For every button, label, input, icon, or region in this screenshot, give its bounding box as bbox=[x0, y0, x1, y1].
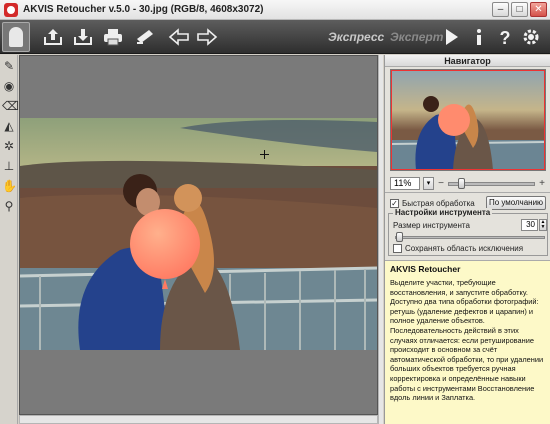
quick-processing-label: Быстрая обработка bbox=[402, 198, 475, 208]
image-canvas[interactable] bbox=[19, 55, 378, 415]
svg-text:?: ? bbox=[500, 28, 511, 47]
help-icon[interactable]: ? bbox=[494, 27, 516, 48]
close-button[interactable]: ✕ bbox=[530, 2, 547, 17]
clone-icon[interactable]: ◭ bbox=[2, 119, 16, 133]
zoom-out-button[interactable]: − bbox=[437, 178, 445, 189]
window-title: AKVIS Retoucher v.5.0 - 30.jpg (RGB/8, 4… bbox=[23, 4, 264, 15]
zoom-slider-thumb[interactable] bbox=[458, 177, 465, 189]
pencil-icon[interactable]: ✎ bbox=[2, 59, 16, 73]
help-text: Выделите участки, требующие восстановлен… bbox=[390, 278, 544, 403]
tool-settings-group: Настройки инструмента Размер инструмента… bbox=[388, 208, 548, 256]
retoucher-logo-icon bbox=[2, 22, 30, 52]
panel-divider bbox=[385, 192, 550, 193]
zoom-icon[interactable]: ⚲ bbox=[2, 199, 16, 213]
window-controls: – □ ✕ bbox=[492, 2, 547, 17]
exclusion-icon[interactable]: ◉ bbox=[2, 79, 16, 93]
save-icon[interactable] bbox=[72, 27, 94, 47]
main-toolbar: Экспресс Эксперт ? bbox=[0, 20, 550, 54]
minimize-button[interactable]: – bbox=[492, 2, 509, 17]
horizontal-scrollbar[interactable] bbox=[19, 415, 378, 424]
keep-exclusion-row: Сохранять область исключения bbox=[393, 244, 523, 253]
vertical-scrollbar[interactable] bbox=[378, 55, 383, 424]
eraser-icon[interactable]: ⌫ bbox=[2, 99, 19, 113]
info-icon[interactable] bbox=[468, 27, 490, 47]
right-panel: Навигатор 11% ▾ − + ✓ Быстрая обработка … bbox=[384, 55, 550, 424]
hand-icon[interactable]: ✋ bbox=[2, 179, 17, 193]
navigator-thumbnail[interactable] bbox=[390, 69, 546, 171]
tool-size-slider[interactable] bbox=[395, 232, 545, 242]
zoom-input[interactable]: 11% bbox=[390, 176, 420, 190]
keep-exclusion-checkbox[interactable] bbox=[393, 244, 402, 253]
help-panel: AKVIS Retoucher Выделите участки, требую… bbox=[385, 260, 550, 424]
print-icon[interactable] bbox=[102, 27, 124, 47]
tool-strip: ✎ ◉ ⌫ ◭ ✲ ⊥ ✋ ⚲ bbox=[0, 55, 19, 424]
tool-size-spinner[interactable]: ▲ ▼ bbox=[539, 219, 547, 231]
maximize-button[interactable]: □ bbox=[511, 2, 528, 17]
stamp-icon[interactable]: ⊥ bbox=[2, 159, 16, 173]
title-bar: AKVIS Retoucher v.5.0 - 30.jpg (RGB/8, 4… bbox=[0, 0, 550, 20]
app-window: AKVIS Retoucher v.5.0 - 30.jpg (RGB/8, 4… bbox=[0, 0, 550, 424]
photo-image bbox=[20, 118, 377, 350]
tool-size-input[interactable]: 30 bbox=[521, 219, 538, 231]
share-icon[interactable] bbox=[134, 27, 156, 47]
crosshair-icon bbox=[260, 150, 269, 159]
tool-size-label: Размер инструмента bbox=[393, 221, 470, 230]
help-title: AKVIS Retoucher bbox=[390, 264, 461, 274]
default-button[interactable]: По умолчанию bbox=[486, 196, 546, 210]
expert-mode-tab[interactable]: Эксперт bbox=[390, 30, 443, 44]
express-mode-tab[interactable]: Экспресс bbox=[328, 30, 384, 44]
navigator-header: Навигатор bbox=[385, 55, 550, 67]
tool-settings-title: Настройки инструмента bbox=[393, 208, 493, 217]
magic-icon[interactable]: ✲ bbox=[2, 139, 16, 153]
navigator-view-frame[interactable] bbox=[391, 70, 545, 170]
zoom-dropdown-button[interactable]: ▾ bbox=[423, 176, 434, 190]
zoom-slider[interactable] bbox=[448, 177, 535, 189]
zoom-controls: 11% ▾ − + bbox=[390, 176, 546, 190]
zoom-in-button[interactable]: + bbox=[538, 178, 546, 189]
app-logo-icon bbox=[4, 2, 18, 17]
quick-processing-checkbox[interactable]: ✓ bbox=[390, 198, 399, 208]
settings-icon[interactable] bbox=[520, 27, 542, 47]
keep-exclusion-label: Сохранять область исключения bbox=[405, 244, 524, 253]
tool-size-slider-thumb[interactable] bbox=[396, 232, 403, 242]
run-icon[interactable] bbox=[440, 27, 462, 47]
open-icon[interactable] bbox=[42, 27, 64, 47]
redo-icon[interactable] bbox=[196, 27, 218, 47]
undo-icon[interactable] bbox=[168, 27, 190, 47]
